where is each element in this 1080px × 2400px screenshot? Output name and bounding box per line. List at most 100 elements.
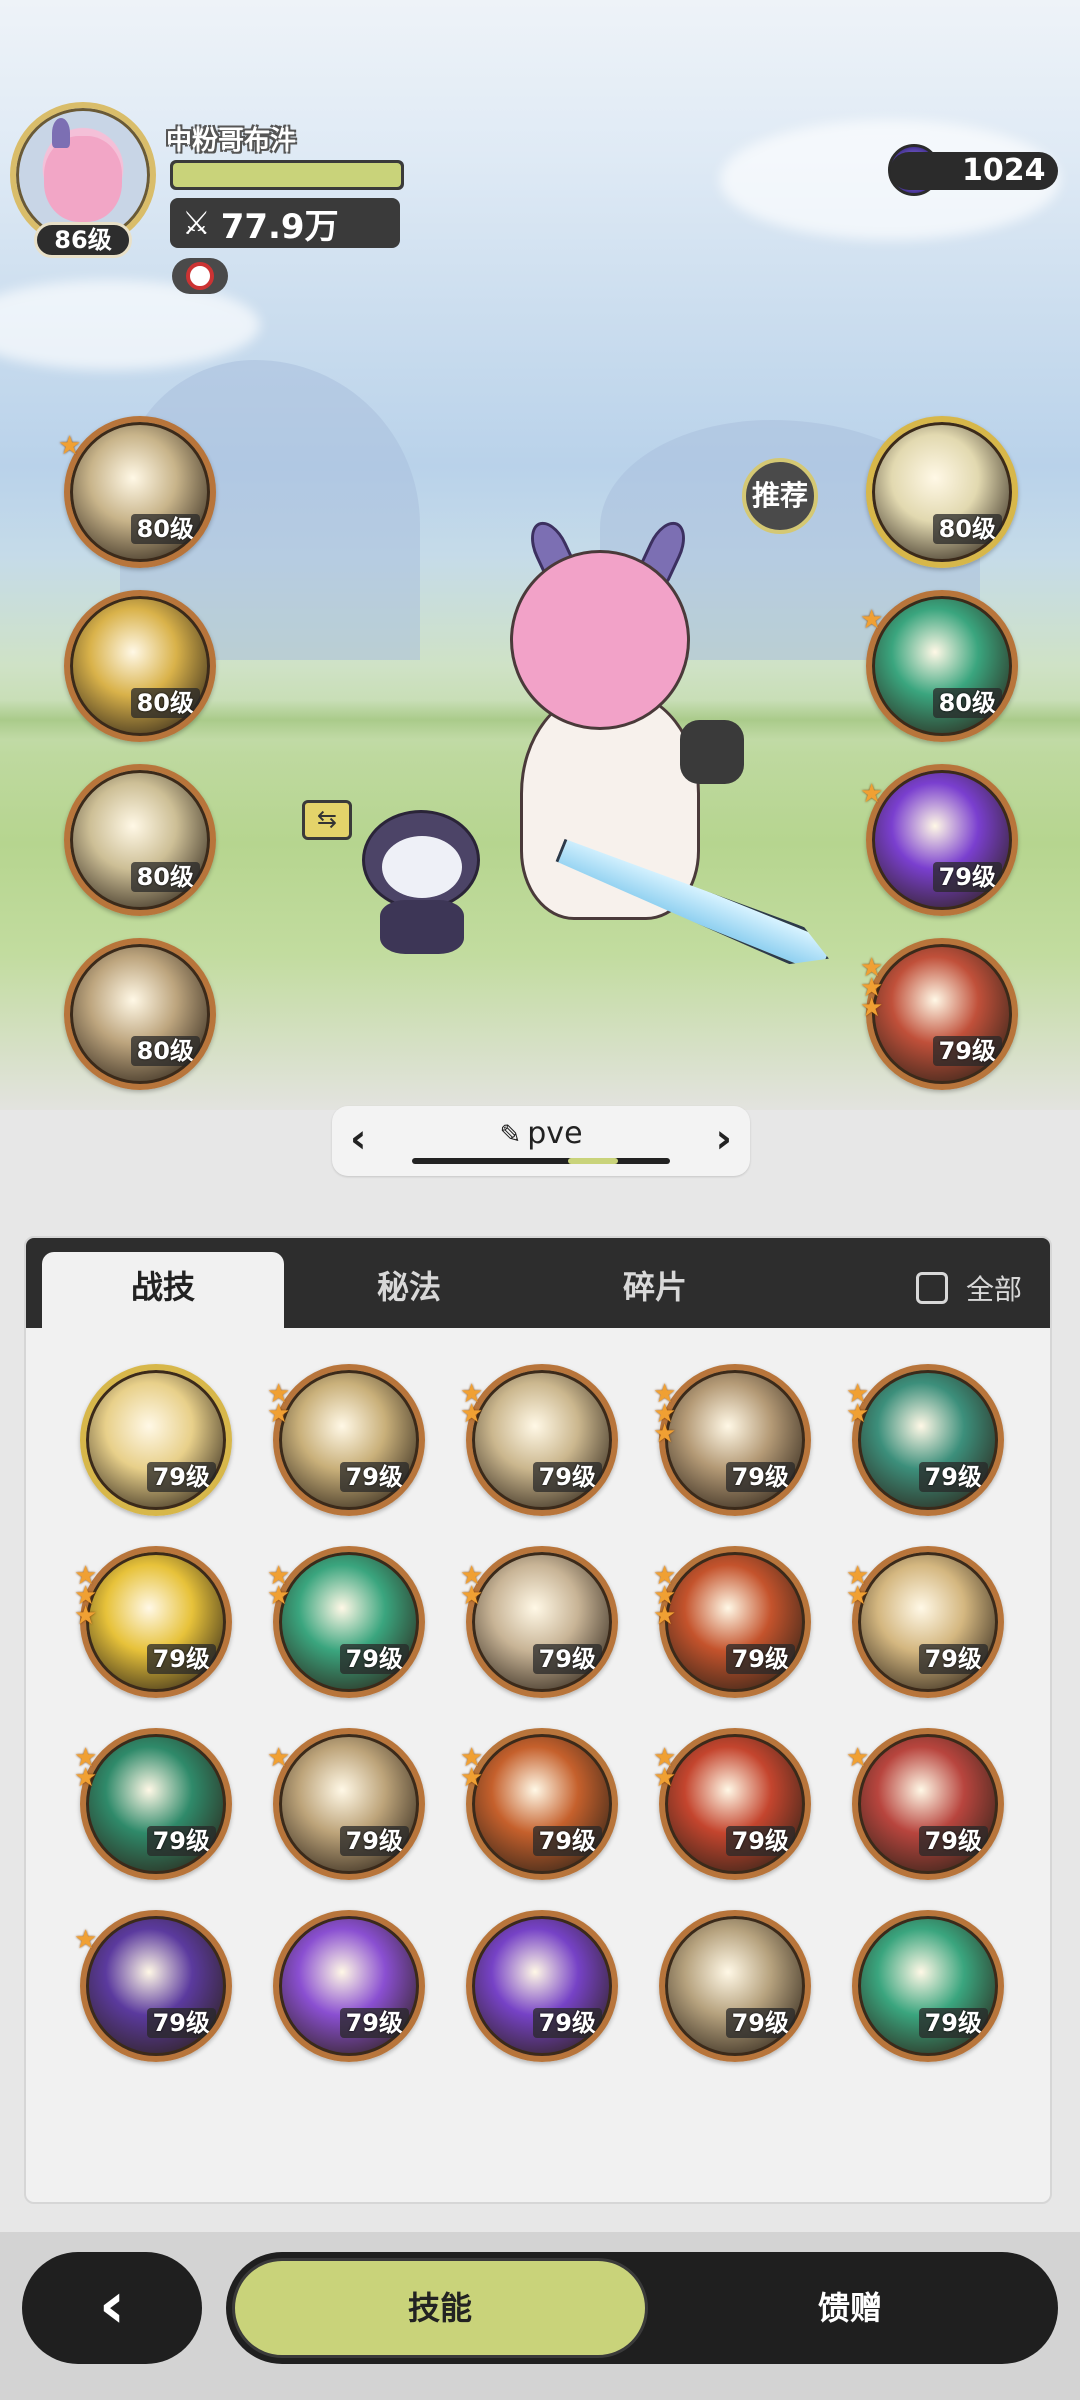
star-rating: ★ ★ [846,1381,870,1429]
skill-level: 80级 [932,514,1002,544]
star-icon: ★ [846,1399,870,1429]
tab-gift-mode[interactable]: 馈赠 [650,2258,1050,2358]
skill-level: 79级 [725,1644,795,1674]
skill-level: 79级 [918,2008,988,2038]
tab-bar: 战技 秘法 碎片 全部 [26,1238,1050,1328]
skill-icon: 79级 [852,1364,1004,1516]
skill-icon: 79级 [273,1364,425,1516]
star-rating: ★ [846,1743,870,1773]
star-icon: ★ [860,993,884,1023]
player-level-badge: 86级 [34,222,132,258]
cloud [0,280,260,370]
skill-icon: 79级 [273,1728,425,1880]
star-rating: ★ ★ [846,1563,869,1609]
skill-icon: 79级 [866,764,1018,916]
skill-icon: 79级 [466,1910,618,2062]
star-icon: ★ [74,1601,98,1631]
star-icon: ★ [846,1743,870,1773]
skill-icon: 79级 [80,1910,232,2062]
power-value: 77.9万 [220,206,339,247]
star-icon: ★ [460,1399,484,1429]
health-bar [170,160,404,190]
skill-level: 79级 [339,2008,409,2038]
star-icon: ★ [58,431,82,461]
edit-pencil-icon: ✎ [499,1120,522,1150]
crossed-swords-icon: ⚔ [182,204,211,242]
star-icon: ★ [860,779,884,809]
currency-amount[interactable]: 1024 [890,152,1058,190]
skill-icon: 79级 [273,1910,425,2062]
star-icon: ★ [653,1763,677,1793]
skill-icon: 79级 [659,1728,811,1880]
skill-icon: 80级 [64,938,216,1090]
skill-icon: 79级 [273,1546,425,1698]
skill-level: 79级 [932,1036,1002,1066]
skill-icon: 79级 [852,1910,1004,2062]
power-display: ⚔ 77.9万 [170,198,400,248]
tab-secret-arts[interactable]: 秘法 [288,1252,530,1328]
skill-icon: 79级 [80,1546,232,1698]
star-rating: ★ ★ [460,1745,484,1793]
star-icon: ★ [653,1601,677,1631]
status-effect[interactable] [172,258,228,294]
skill-level: 79级 [146,1644,216,1674]
show-all-label: 全部 [965,1273,1022,1306]
skill-level: 80级 [130,1036,200,1066]
star-rating: ★ ★ [74,1745,97,1791]
star-icon: ★ [860,605,884,635]
star-icon: ★ [460,1581,484,1611]
skill-icon: 79级 [466,1364,618,1516]
swap-pet-icon[interactable]: ⇆ [302,800,352,840]
star-icon: ★ [460,1763,484,1793]
loadout-selector: ‹ ✎ pve › [332,1106,750,1176]
skill-icon: 80级 [64,590,216,742]
checkbox[interactable] [915,1272,948,1304]
star-rating: ★ ★ ★ [653,1381,677,1449]
star-rating: ★ [860,605,884,635]
avatar-horn [52,118,70,148]
star-rating: ★ ★ ★ [860,955,884,1023]
star-icon: ★ [653,1419,677,1449]
back-button[interactable]: ‹ [22,2252,202,2364]
skill-icon: 79级 [659,1546,811,1698]
player-name: 中粉哥布汼 [166,126,297,156]
skill-level: 79级 [146,1826,216,1856]
star-rating: ★ ★ [267,1563,290,1609]
skill-level: 80级 [130,862,200,892]
star-rating: ★ ★ [267,1381,291,1429]
skill-panel: 战技 秘法 碎片 全部 79级 79级 ★ ★ 79级 ★ ★ 79级 ★ ★ ★ 79级 ★ ★ 79级 ★… [24,1236,1052,2204]
star-rating: ★ ★ ★ [653,1563,677,1631]
skill-level: 79级 [339,1462,409,1492]
status-effect-icon [186,262,214,290]
recommend-button[interactable]: 推荐 [742,458,818,534]
skill-level: 79级 [932,862,1002,892]
hero-head [510,550,690,730]
show-all-toggle[interactable]: 全部 [915,1268,1022,1308]
skill-level: 79级 [532,1462,602,1492]
skill-level: 79级 [725,1826,795,1856]
next-loadout-button[interactable]: › [716,1114,732,1164]
tab-skills-mode[interactable]: 技能 [232,2258,648,2358]
star-rating: ★ ★ ★ [74,1563,98,1631]
tab-fragments[interactable]: 碎片 [534,1252,776,1328]
skill-icon: 79级 [80,1728,232,1880]
skill-icon: 79级 [659,1364,811,1516]
skill-level: 79级 [339,1826,409,1856]
skill-level: 79级 [146,1462,216,1492]
hero-fist [680,720,744,784]
tab-combat-skills[interactable]: 战技 [42,1252,284,1328]
skill-icon: 79级 [466,1546,618,1698]
skill-level: 80级 [130,688,200,718]
skill-icon: 80级 [866,416,1018,568]
loadout-name-area[interactable]: ✎ pve [332,1116,750,1151]
pet-face [382,836,462,898]
mode-switch: 技能 馈赠 [226,2252,1058,2364]
skill-level: 80级 [932,688,1002,718]
skill-level: 79级 [532,1644,602,1674]
star-rating: ★ ★ [460,1381,484,1429]
star-rating: ★ [74,1927,97,1953]
star-icon: ★ [267,1399,291,1429]
star-icon: ★ [267,1743,291,1773]
pet-character [352,790,492,960]
skill-level: 79级 [918,1462,988,1492]
